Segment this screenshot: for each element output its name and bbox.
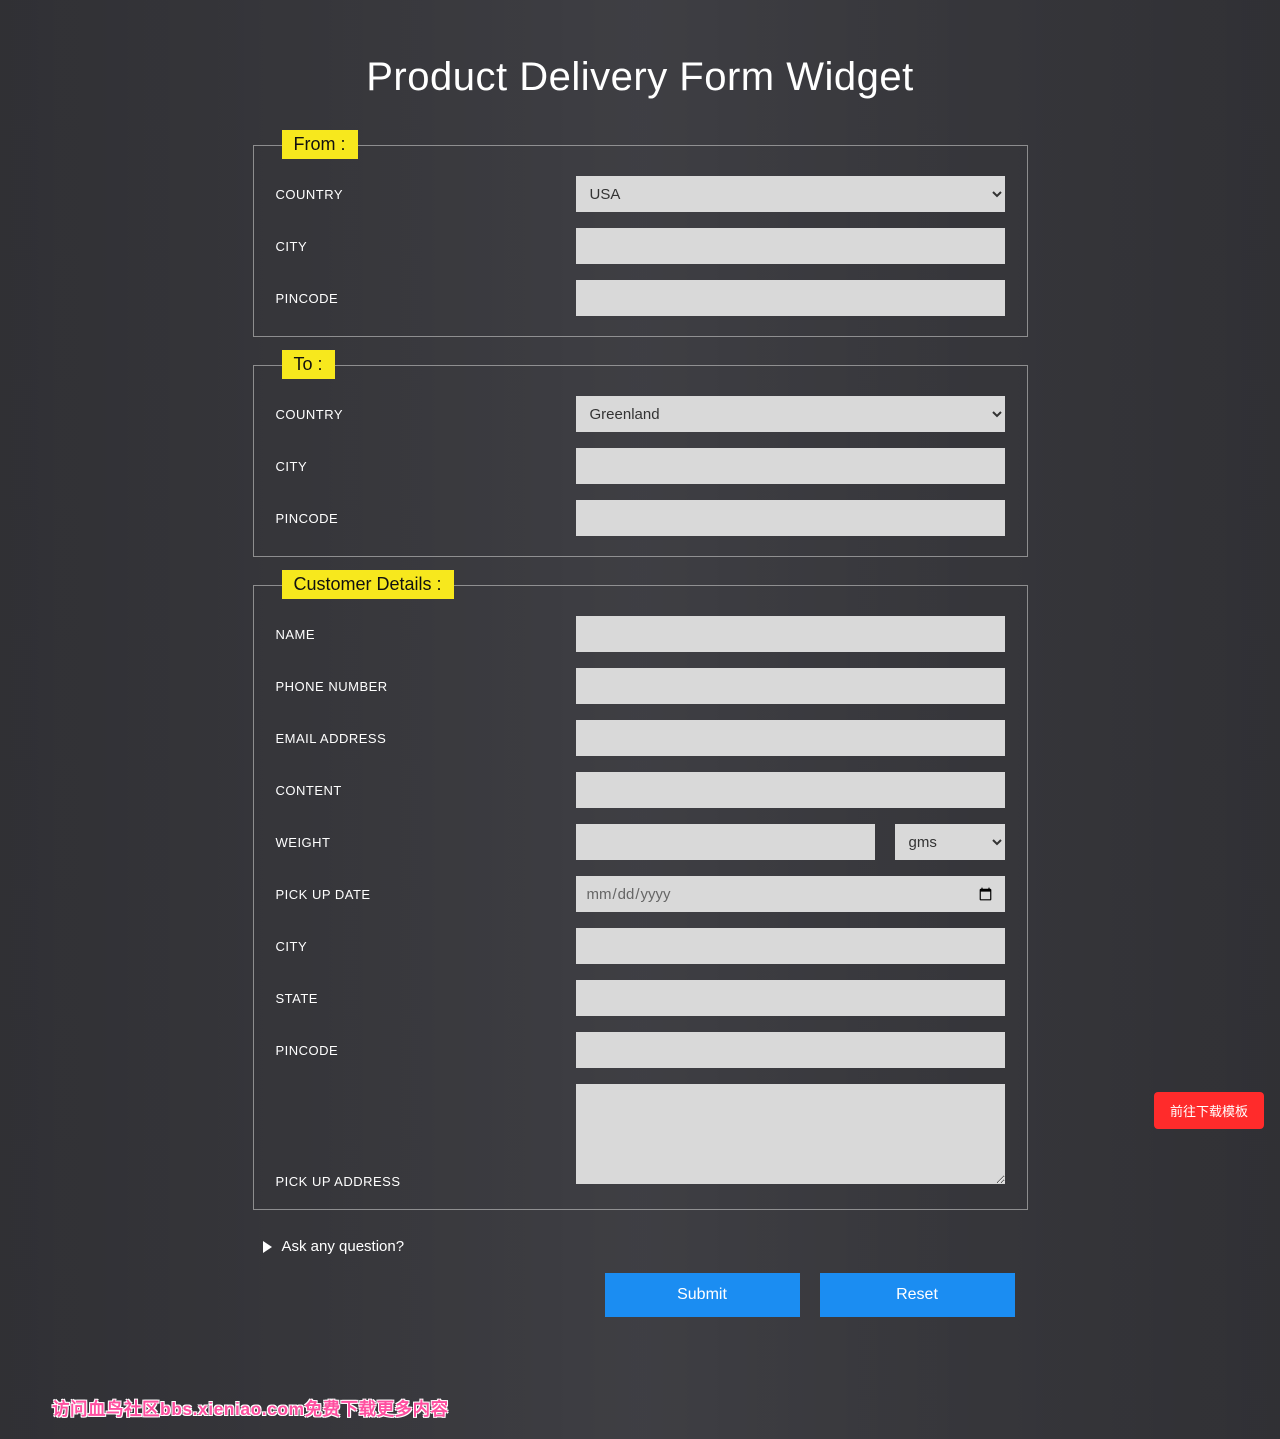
page-title: Product Delivery Form Widget	[0, 0, 1280, 145]
to-city-input[interactable]	[576, 448, 1005, 484]
phone-label: PHONE NUMBER	[276, 679, 576, 694]
delivery-form: From : COUNTRY USA CITY PINCODE To : COU…	[253, 145, 1028, 1317]
download-template-button[interactable]: 前往下载模板	[1154, 1092, 1264, 1129]
to-legend: To :	[282, 350, 335, 379]
triangle-right-icon	[263, 1241, 272, 1253]
pickup-address-textarea[interactable]	[576, 1084, 1005, 1184]
customer-fieldset: Customer Details : NAME PHONE NUMBER EMA…	[253, 585, 1028, 1210]
from-city-input[interactable]	[576, 228, 1005, 264]
from-city-label: CITY	[276, 239, 576, 254]
from-fieldset: From : COUNTRY USA CITY PINCODE	[253, 145, 1028, 337]
from-country-select[interactable]: USA	[576, 176, 1005, 212]
from-country-label: COUNTRY	[276, 187, 576, 202]
to-pincode-label: PINCODE	[276, 511, 576, 526]
ask-question-toggle[interactable]: Ask any question?	[263, 1238, 1028, 1255]
to-country-select[interactable]: Greenland	[576, 396, 1005, 432]
to-city-label: CITY	[276, 459, 576, 474]
name-input[interactable]	[576, 616, 1005, 652]
from-legend: From :	[282, 130, 358, 159]
customer-legend: Customer Details :	[282, 570, 454, 599]
pickup-date-label: PICK UP DATE	[276, 887, 576, 902]
customer-city-label: CITY	[276, 939, 576, 954]
weight-input[interactable]	[576, 824, 875, 860]
from-pincode-input[interactable]	[576, 280, 1005, 316]
submit-button[interactable]: Submit	[605, 1273, 800, 1317]
button-row: Submit Reset	[253, 1273, 1028, 1317]
pickup-address-label: PICK UP ADDRESS	[276, 1174, 576, 1189]
weight-unit-select[interactable]: gms	[895, 824, 1005, 860]
ask-question-label: Ask any question?	[282, 1238, 405, 1255]
state-input[interactable]	[576, 980, 1005, 1016]
phone-input[interactable]	[576, 668, 1005, 704]
to-pincode-input[interactable]	[576, 500, 1005, 536]
weight-label: WEIGHT	[276, 835, 576, 850]
state-label: STATE	[276, 991, 576, 1006]
customer-city-input[interactable]	[576, 928, 1005, 964]
customer-pincode-label: PINCODE	[276, 1043, 576, 1058]
to-country-label: COUNTRY	[276, 407, 576, 422]
content-label: CONTENT	[276, 783, 576, 798]
reset-button[interactable]: Reset	[820, 1273, 1015, 1317]
name-label: NAME	[276, 627, 576, 642]
to-fieldset: To : COUNTRY Greenland CITY PINCODE	[253, 365, 1028, 557]
email-label: EMAIL ADDRESS	[276, 731, 576, 746]
pickup-date-input[interactable]	[576, 876, 1005, 912]
from-pincode-label: PINCODE	[276, 291, 576, 306]
customer-pincode-input[interactable]	[576, 1032, 1005, 1068]
content-input[interactable]	[576, 772, 1005, 808]
email-input[interactable]	[576, 720, 1005, 756]
footer-credit: 访问血鸟社区bbs.xieniao.com免费下载更多内容	[52, 1396, 449, 1421]
